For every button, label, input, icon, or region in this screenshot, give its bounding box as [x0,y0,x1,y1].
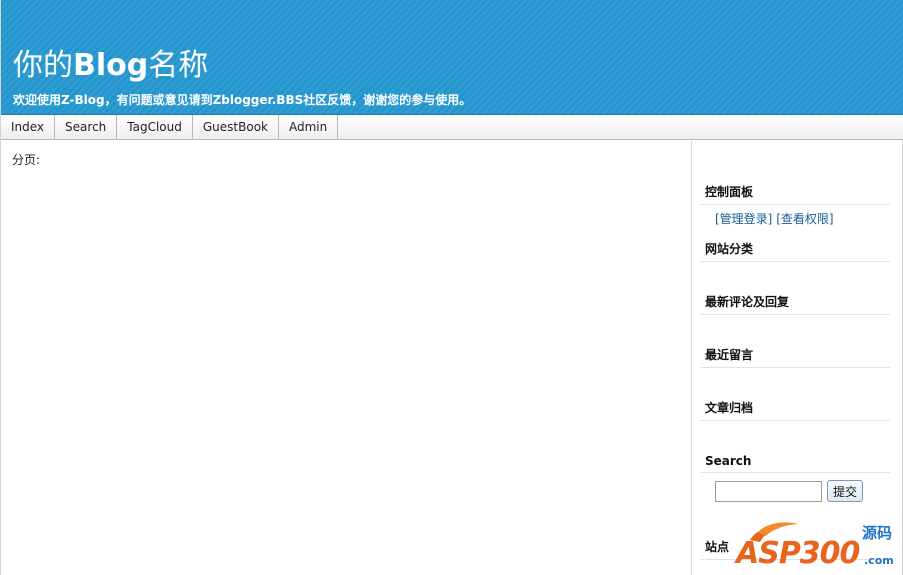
watermark-domain: .com [864,554,894,567]
nav-index[interactable]: Index [1,115,56,140]
main-nav: Index Search TagCloud GuestBook Admin [1,115,903,140]
widget-title-categories: 网站分类 [700,240,890,262]
site-title-prefix: 你的 [13,48,73,83]
sidebar: 控制面板 [管理登录] [查看权限] 网站分类 最新评论及回复 最近留言 文章归… [691,141,903,575]
sidebar-search-input[interactable] [715,481,822,502]
widget-title-control-panel: 控制面板 [700,183,890,205]
pagination-label: 分页: [12,153,41,167]
control-panel-links: [管理登录] [查看权限] [715,210,834,227]
site-title[interactable]: 你的Blog名称 [13,48,208,84]
nav-admin[interactable]: Admin [279,115,339,140]
search-submit-button[interactable]: 提交 [827,480,863,502]
watermark-side-text: 源码 [862,524,893,542]
nav-tagcloud[interactable]: TagCloud [117,115,193,140]
admin-login-link[interactable]: [管理登录] [715,212,772,226]
page: 你的Blog名称 欢迎使用Z-Blog，有问题或意见请到Zblogger.BBS… [0,0,903,575]
blog-header: 你的Blog名称 欢迎使用Z-Blog，有问题或意见请到Zblogger.BBS… [1,0,903,115]
widget-title-archives: 文章归档 [700,399,890,421]
site-title-suffix: 名称 [148,48,209,83]
watermark-text: ASP300 [736,536,860,571]
widget-title-guestbook: 最近留言 [700,346,890,368]
view-permissions-link[interactable]: [查看权限] [776,212,833,226]
widget-title-search: Search [700,454,890,473]
nav-search[interactable]: Search [55,115,118,140]
site-subtitle: 欢迎使用Z-Blog，有问题或意见请到Zblogger.BBS社区反馈，谢谢您的… [13,93,472,107]
widget-title-comments: 最新评论及回复 [700,293,890,315]
site-title-blog: Blog [73,48,149,83]
main-content: 分页: [1,141,691,575]
asp300-watermark: ASP300 源码 .com [736,518,898,573]
nav-guestbook[interactable]: GuestBook [193,115,279,140]
